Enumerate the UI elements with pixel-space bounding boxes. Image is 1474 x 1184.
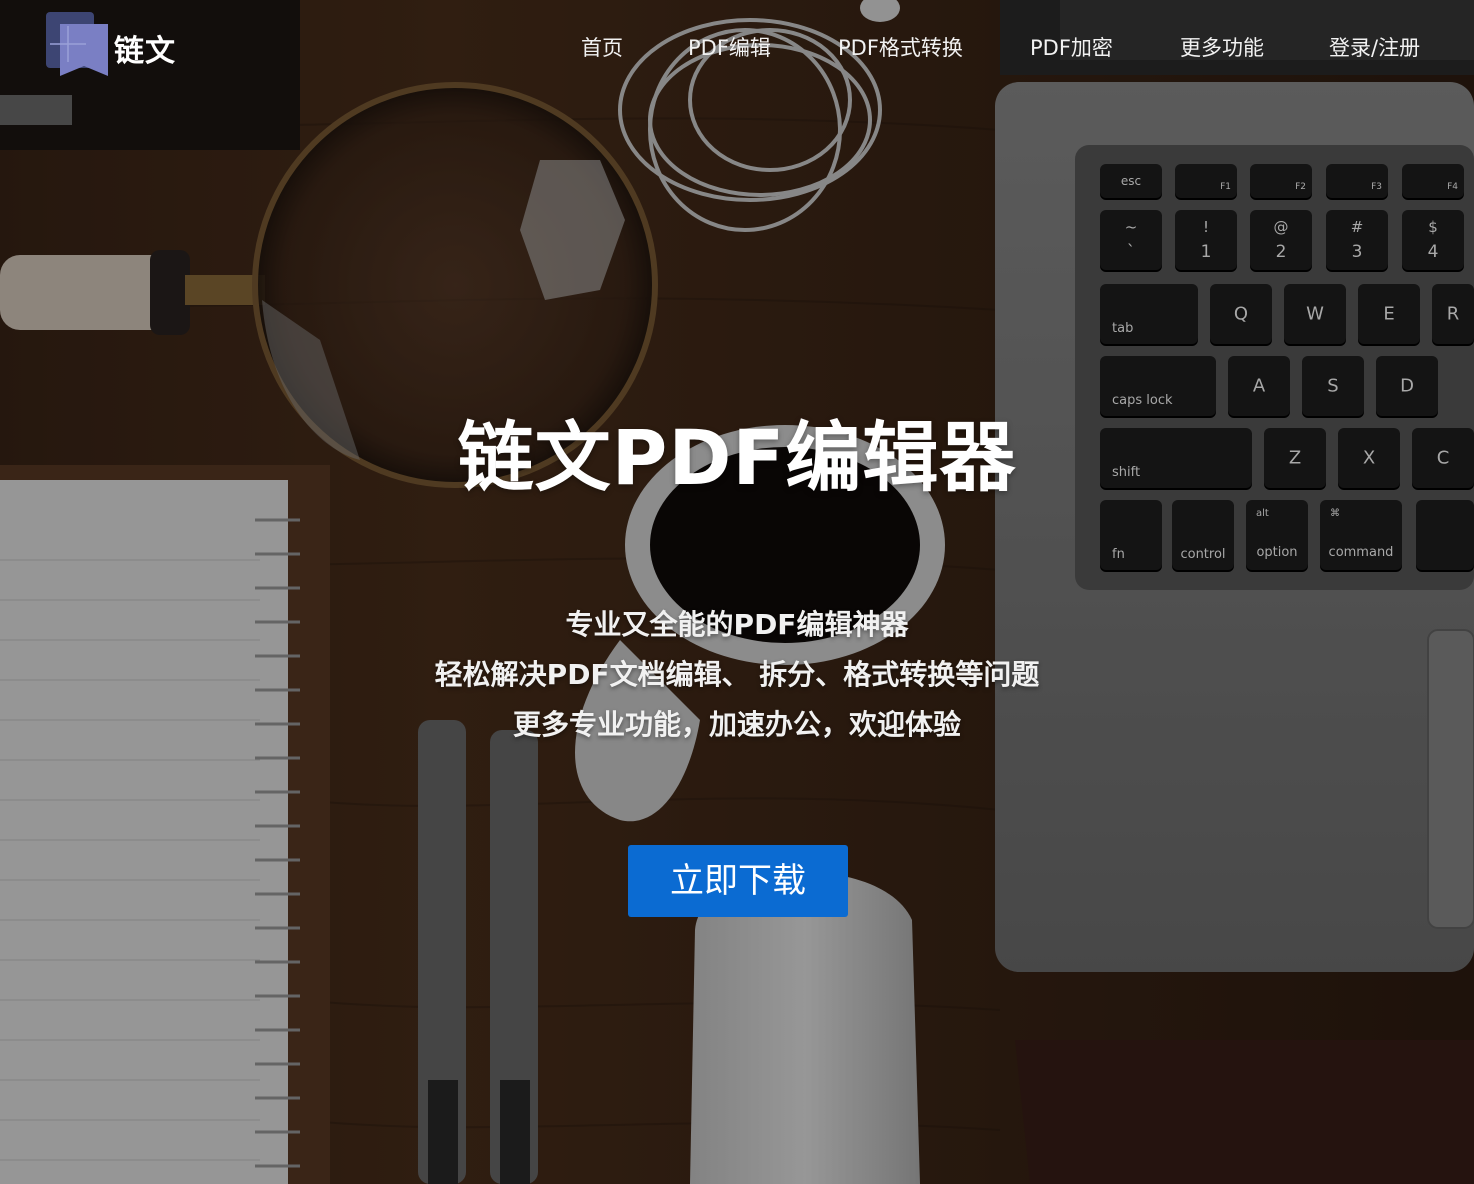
keyboard-key-label: $ — [1428, 218, 1438, 236]
hero-title: 链文PDF编辑器 — [457, 413, 1017, 502]
keyboard-key: F2 — [1250, 164, 1312, 198]
nav-item-more-features[interactable]: 更多功能 — [1180, 32, 1264, 62]
keyboard-key-label: D — [1400, 375, 1414, 397]
hero-subtitle-line-2: 轻松解决PDF文档编辑、 拆分、格式转换等问题 — [434, 658, 1040, 691]
keyboard-key: alt option — [1246, 500, 1308, 570]
nav-item-login-register[interactable]: 登录/注册 — [1329, 32, 1420, 62]
keyboard-key: ~ ` — [1100, 210, 1162, 270]
keyboard-key: Q — [1210, 284, 1272, 344]
keyboard-key-label: 3 — [1351, 242, 1363, 262]
keyboard-key-label: esc — [1120, 174, 1142, 188]
keyboard-key: $4 — [1402, 210, 1464, 270]
keyboard-key-label: 4 — [1427, 242, 1439, 262]
keyboard-key: esc — [1100, 164, 1162, 198]
keyboard-key-label: # — [1350, 218, 1364, 236]
hero-subtitle-line-3: 更多专业功能，加速办公，欢迎体验 — [512, 708, 961, 741]
keyboard-key-label: F4 — [1447, 182, 1458, 192]
keyboard-key: #3 — [1326, 210, 1388, 270]
keyboard-key-label: ~ — [1124, 218, 1138, 236]
logo-book-icon — [46, 12, 108, 76]
keyboard-key-label: R — [1446, 303, 1460, 325]
keyboard-key: F3 — [1326, 164, 1388, 198]
top-navigation: 链文 首页 PDF编辑 PDF格式转换 PDF加密 更多功能 登录/注册 — [0, 0, 1474, 92]
keyboard-key: @2 — [1250, 210, 1312, 270]
nav-item-pdf-edit[interactable]: PDF编辑 — [688, 32, 771, 62]
keyboard-key-label: 1 — [1200, 242, 1212, 262]
keyboard-key-label: option — [1256, 545, 1298, 560]
keyboard-key-label: ⌘ — [1330, 508, 1340, 519]
keyboard-key-label: alt — [1256, 508, 1269, 519]
keyboard-key-label: tab — [1112, 321, 1134, 336]
keyboard-key: fn — [1100, 500, 1162, 570]
keyboard-key: E — [1358, 284, 1420, 344]
keyboard-key: ⌘ command — [1320, 500, 1402, 570]
laptop-keyboard: esc F1 F2 F3 F4 ~ `! 1 @2 #3 $4 tab Q W E Rcaps lock A S D… — [1090, 160, 1474, 580]
keyboard-key: F1 — [1175, 164, 1237, 198]
hero-subtitle-line-1: 专业又全能的PDF编辑神器 — [565, 608, 909, 641]
keyboard-key-label: ! — [1202, 218, 1209, 236]
keyboard-key-label: F2 — [1295, 182, 1306, 192]
keyboard-key — [1416, 500, 1474, 570]
keyboard-key: F4 — [1402, 164, 1464, 198]
download-now-button[interactable]: 立即下载 — [628, 845, 848, 917]
keyboard-key-label: F3 — [1371, 182, 1382, 192]
keyboard-key-label: 2 — [1275, 242, 1287, 262]
keyboard-key-label: F1 — [1220, 182, 1231, 192]
keyboard-key-label: Q — [1233, 303, 1249, 325]
nav-item-pdf-encrypt[interactable]: PDF加密 — [1030, 32, 1113, 62]
keyboard-key-label: S — [1327, 375, 1339, 397]
keyboard-key-label: W — [1306, 303, 1324, 325]
keyboard-key-label: A — [1252, 375, 1266, 397]
keyboard-key-label: @ — [1273, 218, 1289, 236]
keyboard-key-label: E — [1383, 303, 1395, 325]
keyboard-key: R — [1432, 284, 1474, 344]
keyboard-key: tab — [1100, 284, 1198, 344]
keyboard-key: control — [1172, 500, 1234, 570]
keyboard-key-label: control — [1180, 547, 1226, 562]
brand-name: 链文 — [114, 34, 176, 69]
keyboard-key-label: ` — [1126, 242, 1136, 262]
brand-logo[interactable]: 链文 — [46, 12, 186, 78]
nav-item-home[interactable]: 首页 — [581, 32, 623, 62]
nav-item-pdf-convert[interactable]: PDF格式转换 — [838, 32, 963, 62]
keyboard-key-label: fn — [1112, 547, 1125, 562]
keyboard-key: W — [1284, 284, 1346, 344]
keyboard-key: ! 1 — [1175, 210, 1237, 270]
keyboard-key-label: command — [1328, 545, 1394, 560]
